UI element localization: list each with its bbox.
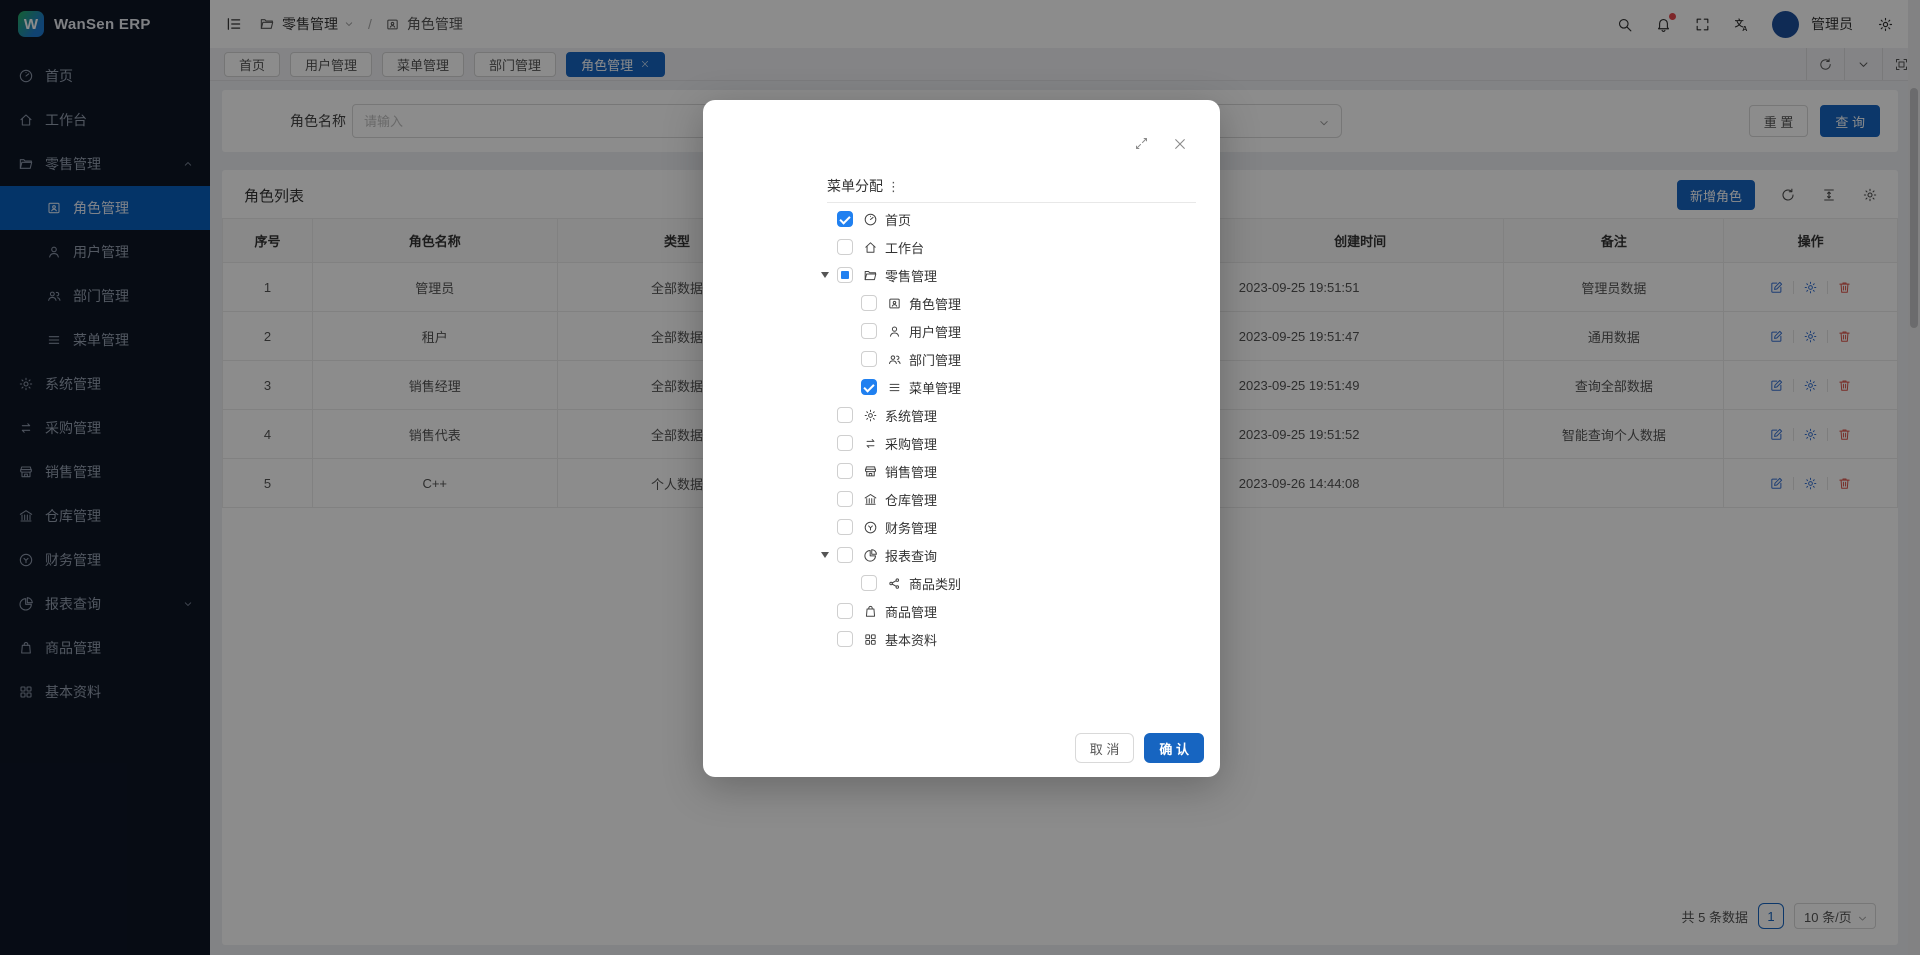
tree-checkbox[interactable] <box>837 435 853 451</box>
swap-icon <box>863 436 878 451</box>
tree-node-label[interactable]: 菜单管理 <box>909 378 961 397</box>
menu-tree: 首页工作台零售管理角色管理用户管理部门管理菜单管理系统管理采购管理销售管理仓库管… <box>818 205 1196 653</box>
tree-node-category[interactable]: 商品类别 <box>818 569 1196 597</box>
tree-checkbox[interactable] <box>861 575 877 591</box>
tree-checkbox[interactable] <box>837 547 853 563</box>
tree-checkbox[interactable] <box>861 323 877 339</box>
modal-body: 菜单分配 ⋮ 首页工作台零售管理角色管理用户管理部门管理菜单管理系统管理采购管理… <box>818 172 1196 653</box>
tree-checkbox[interactable] <box>837 211 853 227</box>
tree-node-label[interactable]: 商品类别 <box>909 574 961 593</box>
cancel-button[interactable]: 取 消 <box>1075 733 1135 763</box>
tree-node-purchase[interactable]: 采购管理 <box>818 429 1196 457</box>
modal-footer: 取 消 确 认 <box>1075 733 1204 763</box>
divider <box>827 202 1196 203</box>
maximize-modal-button[interactable] <box>1134 136 1149 152</box>
tree-node-label[interactable]: 零售管理 <box>885 266 937 285</box>
modal-controls <box>1134 136 1188 152</box>
confirm-button[interactable]: 确 认 <box>1144 733 1204 763</box>
tree-checkbox[interactable] <box>837 631 853 647</box>
tree-node-dept[interactable]: 部门管理 <box>818 345 1196 373</box>
tree-node-home[interactable]: 首页 <box>818 205 1196 233</box>
grid-icon <box>863 632 878 647</box>
folder-icon <box>863 268 878 283</box>
expand-arrow-icon[interactable] <box>818 552 832 558</box>
share-icon <box>887 576 902 591</box>
tree-node-label[interactable]: 销售管理 <box>885 462 937 481</box>
tree-node-label[interactable]: 基本资料 <box>885 630 937 649</box>
tree-checkbox[interactable] <box>837 239 853 255</box>
tree-node-warehouse[interactable]: 仓库管理 <box>818 485 1196 513</box>
home-icon <box>863 240 878 255</box>
tree-node-label[interactable]: 工作台 <box>885 238 924 257</box>
tree-node-label[interactable]: 采购管理 <box>885 434 937 453</box>
tree-node-label[interactable]: 商品管理 <box>885 602 937 621</box>
finance-icon <box>863 520 878 535</box>
shop-icon <box>863 464 878 479</box>
tree-node-user[interactable]: 用户管理 <box>818 317 1196 345</box>
expand-icon <box>1134 136 1149 151</box>
modal-title-suffix: ⋮ <box>887 179 900 195</box>
tree-node-goods[interactable]: 商品管理 <box>818 597 1196 625</box>
modal-title: 菜单分配 <box>827 176 883 196</box>
modal-field-label: 菜单分配 ⋮ <box>827 172 1196 200</box>
user-icon <box>887 324 902 339</box>
tree-node-label[interactable]: 系统管理 <box>885 406 937 425</box>
tree-checkbox[interactable] <box>861 351 877 367</box>
tree-node-workbench[interactable]: 工作台 <box>818 233 1196 261</box>
tree-node-role[interactable]: 角色管理 <box>818 289 1196 317</box>
menu-assign-modal: 菜单分配 ⋮ 首页工作台零售管理角色管理用户管理部门管理菜单管理系统管理采购管理… <box>703 100 1220 777</box>
tree-node-label[interactable]: 仓库管理 <box>885 490 937 509</box>
bag-icon <box>863 604 878 619</box>
role-icon <box>887 296 902 311</box>
tree-node-label[interactable]: 报表查询 <box>885 546 937 565</box>
tree-node-basic[interactable]: 基本资料 <box>818 625 1196 653</box>
tree-checkbox[interactable] <box>837 519 853 535</box>
tree-node-label[interactable]: 角色管理 <box>909 294 961 313</box>
menu-lines-icon <box>887 380 902 395</box>
tree-checkbox[interactable] <box>837 407 853 423</box>
tree-checkbox[interactable] <box>837 603 853 619</box>
close-modal-button[interactable] <box>1172 136 1188 152</box>
tree-node-report[interactable]: 报表查询 <box>818 541 1196 569</box>
tree-checkbox[interactable] <box>861 295 877 311</box>
tree-node-label[interactable]: 首页 <box>885 210 911 229</box>
tree-checkbox[interactable] <box>861 379 877 395</box>
tree-node-label[interactable]: 部门管理 <box>909 350 961 369</box>
close-icon <box>1172 136 1188 152</box>
tree-node-label[interactable]: 用户管理 <box>909 322 961 341</box>
gear-icon <box>863 408 878 423</box>
tree-node-finance[interactable]: 财务管理 <box>818 513 1196 541</box>
tree-node-sales[interactable]: 销售管理 <box>818 457 1196 485</box>
bank-icon <box>863 492 878 507</box>
dashboard-icon <box>863 212 878 227</box>
expand-arrow-icon[interactable] <box>818 272 832 278</box>
tree-node-label[interactable]: 财务管理 <box>885 518 937 537</box>
team-icon <box>887 352 902 367</box>
pie-icon <box>863 548 878 563</box>
tree-checkbox[interactable] <box>837 491 853 507</box>
tree-checkbox[interactable] <box>837 463 853 479</box>
tree-checkbox[interactable] <box>837 267 853 283</box>
tree-node-menu[interactable]: 菜单管理 <box>818 373 1196 401</box>
tree-node-system[interactable]: 系统管理 <box>818 401 1196 429</box>
tree-node-retail[interactable]: 零售管理 <box>818 261 1196 289</box>
